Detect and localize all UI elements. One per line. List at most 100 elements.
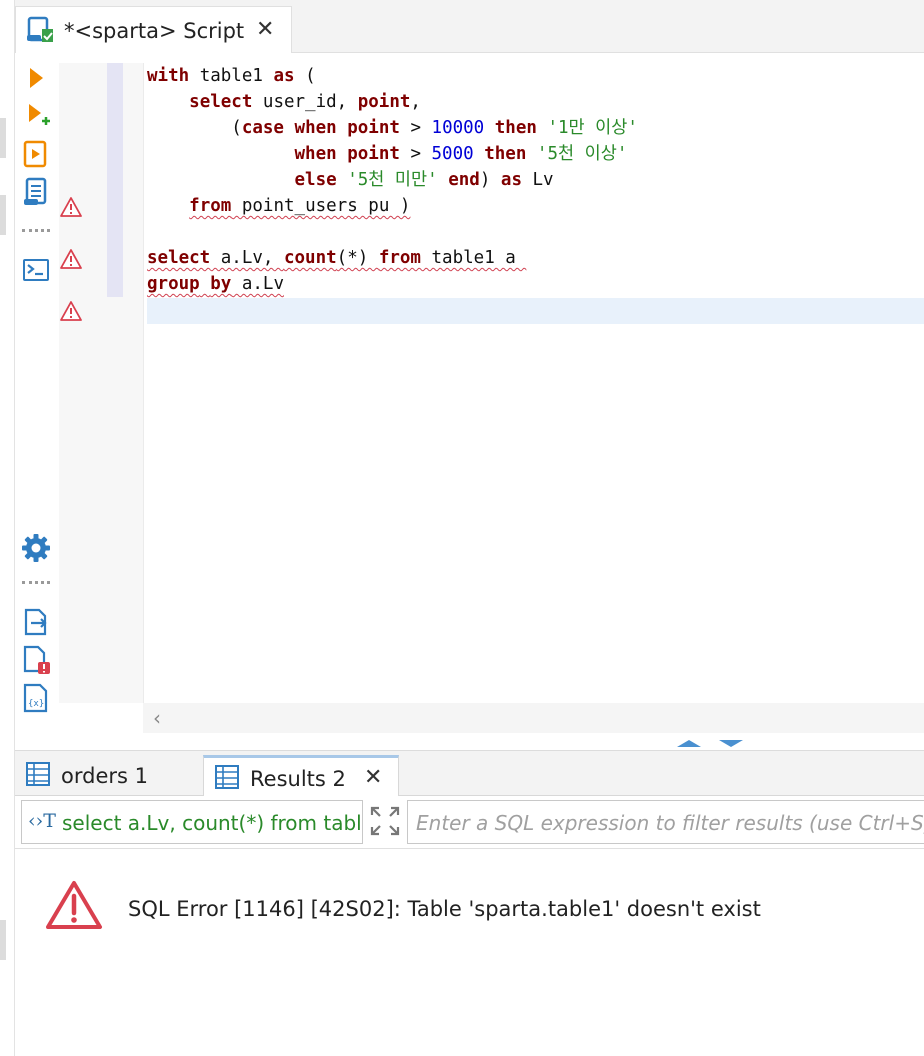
sql-token: a.Lv [231,274,284,294]
sql-token: ( [294,66,316,86]
editor-side-toolbar: {x} [15,53,59,733]
expand-icon[interactable] [369,805,401,837]
query-text: select a.Lv, count(*) from table1 a grou… [62,811,362,835]
left-edge-strip [0,0,15,1056]
sql-number: 10000 [431,118,485,138]
panel-splitter[interactable] [15,734,924,751]
sql-token: ) [479,170,501,190]
results-filter-bar: ‹›T select a.Lv, count(*) from table1 a … [15,796,924,849]
sql-string: '1만 이상' [547,118,638,138]
close-icon[interactable]: ✕ [364,765,382,790]
toolbar-separator [22,581,50,588]
edge-marker [0,920,6,960]
sql-keyword: case [241,118,284,138]
sql-script-icon [27,16,53,42]
filter-placeholder: Enter a SQL expression to filter results… [416,811,924,835]
filter-input[interactable]: Enter a SQL expression to filter results… [407,800,924,844]
variables-icon[interactable]: {x} [21,683,51,713]
sql-token: a.Lv, [210,248,284,268]
export-icon[interactable] [21,607,51,637]
code-line[interactable]: else '5천 미만' end) as Lv [147,167,554,193]
sql-keyword: then [484,144,527,164]
sql-keyword: as [500,170,522,190]
tab-orders-1[interactable]: orders 1 [15,755,201,795]
code-line[interactable]: (case when point > 10000 then '1만 이상' [147,115,638,141]
sql-token: ( [147,118,242,138]
split-arrows-icon[interactable] [675,736,745,750]
sql-string: '5천 이상' [536,144,628,164]
code-line[interactable]: select a.Lv, count(*) from table1 a [147,245,526,271]
sql-string: '5천 미만' [347,170,438,190]
sql-keyword: when [294,144,337,164]
sql-keyword: point [347,118,400,138]
query-text-box[interactable]: ‹›T select a.Lv, count(*) from table1 a … [21,800,363,844]
grid-table-icon [26,762,50,786]
sql-token: , [410,92,421,112]
console-icon[interactable] [21,255,51,285]
explain-plan-icon[interactable] [21,177,51,207]
sql-keyword: select [147,248,211,268]
sql-keyword: count [283,248,337,268]
sql-token: point_users pu ) [231,196,411,216]
warning-triangle-icon[interactable] [60,196,82,218]
results-tab-bar: orders 1 Results 2 ✕ [15,751,924,798]
sql-token: > [399,118,432,138]
sql-keyword: else [294,170,337,190]
execute-statement-icon[interactable] [21,63,51,93]
sql-token: table1 a [420,248,527,268]
sql-keyword: as [273,66,295,86]
horizontal-scrollbar[interactable]: ‹ [143,703,924,733]
tab-label: Results 2 [250,767,346,791]
sql-keyword: group [147,274,200,294]
editor-tab-label: *<sparta> Script [64,19,245,43]
annotation-ruler [59,63,83,703]
sql-keyword: point [347,144,400,164]
sql-keyword: from [378,248,421,268]
toolbar-separator [22,229,50,236]
editor-tab-script[interactable]: *<sparta> Script ✕ [15,6,292,53]
code-line[interactable]: when point > 5000 then '5천 이상' [147,141,628,167]
execute-new-tab-icon[interactable] [21,99,51,129]
sql-keyword: when [294,118,337,138]
sql-keyword: with [147,66,190,86]
code-line[interactable]: with table1 as ( [147,63,316,89]
code-line[interactable]: from point_users pu ) [147,193,410,219]
sql-keyword: end [448,170,480,190]
sql-text-icon: ‹›T [28,810,56,832]
code-line[interactable]: select user_id, point, [147,89,421,115]
sql-keyword: select [189,92,253,112]
change-marker-bar [107,63,123,297]
grid-table-icon [215,765,239,789]
tab-label: orders 1 [61,764,148,788]
sql-code-editor[interactable]: with table1 as ( select user_id, point, … [147,63,924,703]
sql-token: user_id, [252,92,358,112]
error-panel: SQL Error [1146] [42S02]: Table 'sparta.… [15,849,924,1056]
execute-script-icon[interactable] [21,139,51,169]
warning-triangle-icon[interactable] [60,248,82,270]
error-triangle-icon [46,881,102,929]
sql-token: > [399,144,432,164]
close-icon[interactable]: ✕ [256,19,274,41]
warning-triangle-icon[interactable] [60,300,82,322]
sql-number: 5000 [431,144,474,164]
tab-results-2[interactable]: Results 2 ✕ [203,755,399,798]
error-log-icon[interactable] [21,645,51,675]
sql-token: Lv [521,170,554,190]
sql-token: (*) [336,248,379,268]
svg-text:{x}: {x} [28,699,44,709]
code-line[interactable]: group by a.Lv [147,271,284,297]
scroll-left-icon[interactable]: ‹ [153,706,161,730]
settings-gear-icon[interactable] [21,533,51,563]
sql-keyword: from [189,196,232,216]
